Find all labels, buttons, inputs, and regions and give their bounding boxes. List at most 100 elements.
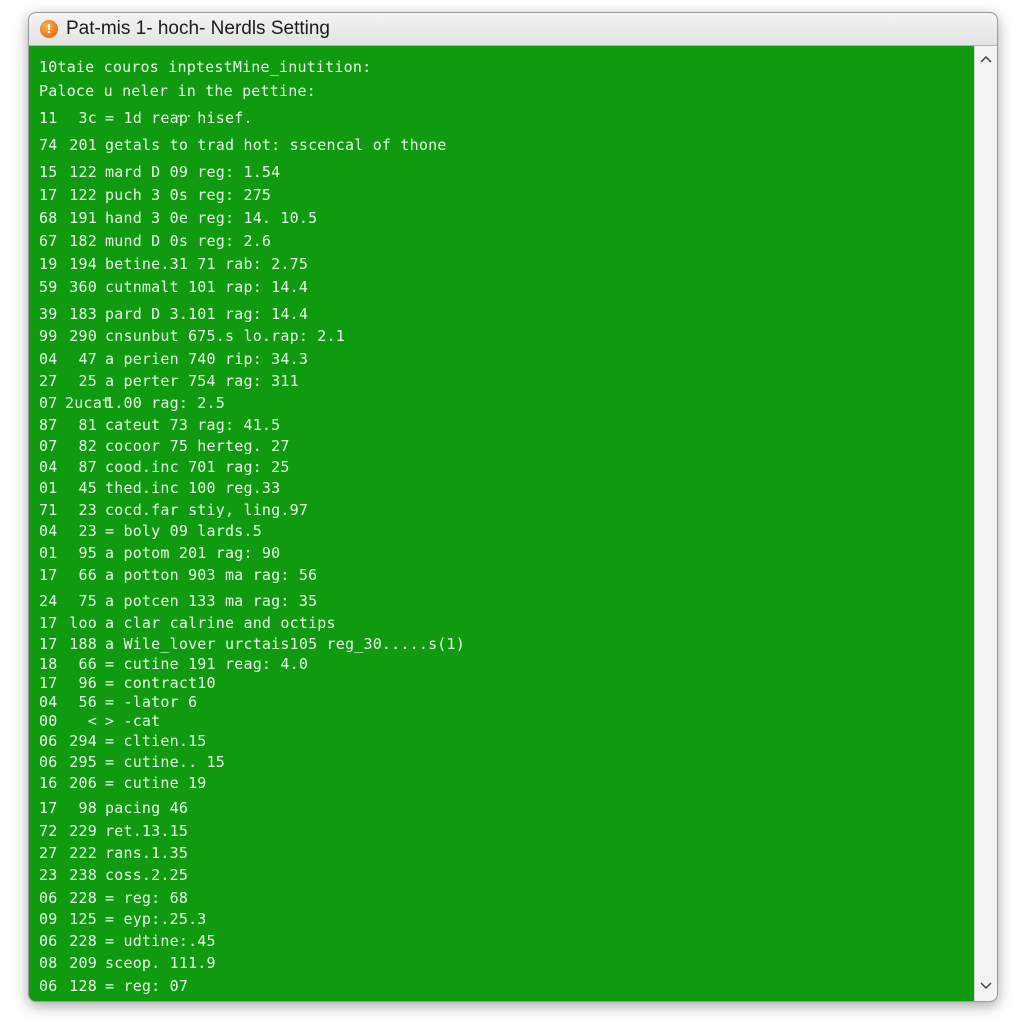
line-text: 1.00 rag: 2.5 xyxy=(105,394,225,412)
line-number: 07 xyxy=(39,437,58,455)
line-code: < xyxy=(87,712,97,730)
line-text: = cltien.15 xyxy=(105,732,207,750)
line-code: 290 xyxy=(69,327,97,345)
title-bar[interactable]: ! Pat-mis 1- hoch- Nerdls Setting xyxy=(29,13,997,46)
console-line: 17 loo a clar calrine and octips xyxy=(39,614,336,632)
line-code: 66 xyxy=(78,655,97,673)
line-code: 122 xyxy=(69,163,97,181)
line-number: 17 xyxy=(39,799,58,817)
line-text: = cutine.. 15 xyxy=(105,753,225,771)
line-code: 188 xyxy=(69,635,97,653)
line-code: 209 xyxy=(69,954,97,972)
line-code: 23 xyxy=(78,501,97,519)
console-line: 17 96 = contract10 xyxy=(39,674,216,692)
console-line: 87 81 cateut 73 rag: 41.5 xyxy=(39,416,280,434)
line-text: = cutine 191 reag: 4.0 xyxy=(105,655,309,673)
line-code: 3c xyxy=(78,109,97,127)
line-number: 67 xyxy=(39,232,58,250)
line-text: = 1d reap hisef. xyxy=(105,109,253,127)
line-number: 71 xyxy=(39,501,58,519)
line-number: 17 xyxy=(39,614,58,632)
console-line: 06 295 = cutine.. 15 xyxy=(39,753,225,771)
line-code: 183 xyxy=(69,305,97,323)
line-number: 17 xyxy=(39,635,58,653)
line-text: > -cat xyxy=(105,712,161,730)
line-number: 19 xyxy=(39,255,58,273)
chevron-up-icon[interactable] xyxy=(975,48,997,70)
line-number: 08 xyxy=(39,954,58,972)
line-number: 39 xyxy=(39,305,58,323)
console-line: 09 125 = eyp:.25.3 xyxy=(39,910,207,928)
warning-app-icon: ! xyxy=(40,20,58,38)
line-text: a potton 903 ma rag: 56 xyxy=(105,566,318,584)
console-output[interactable]: 10taie couros inptestMine_inutition: Pal… xyxy=(29,46,974,1001)
line-number: 06 xyxy=(39,753,58,771)
line-code: 238 xyxy=(69,866,97,884)
console-line: 59 360 cutnmalt 101 rap: 14.4 xyxy=(39,278,308,296)
line-number: 27 xyxy=(39,372,58,390)
line-code: 2ucat xyxy=(65,394,112,412)
console-line: 27 222 rans.1.35 xyxy=(39,844,188,862)
line-number: 06 xyxy=(39,889,58,907)
line-number: 18 xyxy=(39,655,58,673)
console-line: 67 182 mund D 0s reg: 2.6 xyxy=(39,232,271,250)
line-text: mund D 0s reg: 2.6 xyxy=(105,232,272,250)
console-line: 04 87 cood.inc 701 rag: 25 xyxy=(39,458,290,476)
line-code: 98 xyxy=(78,799,97,817)
console-line: 07 82 cocoor 75 herteg. 27 xyxy=(39,437,290,455)
line-code: 206 xyxy=(69,774,97,792)
console-line: 06 228 = udtine:.45 xyxy=(39,932,216,950)
line-code: 201 xyxy=(69,136,97,154)
line-code: 66 xyxy=(78,566,97,584)
line-code: loo xyxy=(69,614,97,632)
line-code: 228 xyxy=(69,889,97,907)
console-line: 01 45 thed.inc 100 reg.33 xyxy=(39,479,280,497)
line-text: = cutine 19 xyxy=(105,774,207,792)
line-code: 23 xyxy=(78,522,97,540)
line-code: 45 xyxy=(78,479,97,497)
line-number: 17 xyxy=(39,566,58,584)
line-text: = boly 09 lards.5 xyxy=(105,522,262,540)
line-number: 23 xyxy=(39,866,58,884)
line-number: 17 xyxy=(39,186,58,204)
chevron-down-icon[interactable] xyxy=(975,975,997,997)
console-line: 06 128 = reg: 07 xyxy=(39,977,188,995)
line-code: 96 xyxy=(78,674,97,692)
line-text: a Wile_lover urctais105 reg_30.....s(1) xyxy=(105,635,465,653)
line-number: 16 xyxy=(39,774,58,792)
console-line: 16 206 = cutine 19 xyxy=(39,774,207,792)
line-code: 75 xyxy=(78,592,97,610)
console-line: 19 194 betine.31 71 rab: 2.75 xyxy=(39,255,308,273)
line-code: 294 xyxy=(69,732,97,750)
line-number: 00 xyxy=(39,712,58,730)
console-line: 39 183 pard D 3.101 rag: 14.4 xyxy=(39,305,308,323)
line-number: 99 xyxy=(39,327,58,345)
console-line: 74 201 getals to trad hot: sscencal of tho… xyxy=(39,136,447,154)
vertical-scrollbar[interactable] xyxy=(974,46,997,1001)
line-number: 04 xyxy=(39,458,58,476)
console-header-line: 10taie couros inptestMine_inutition: xyxy=(39,58,372,76)
console-line: 68 191 hand 3 0e reg: 14. 10.5 xyxy=(39,209,317,227)
console-line: 17 122 puch 3 0s reg: 275 xyxy=(39,186,271,204)
line-number: 27 xyxy=(39,844,58,862)
console-line: 99 290 cnsunbut 675.s lo.rap: 2.1 xyxy=(39,327,345,345)
line-text: rans.1.35 xyxy=(105,844,189,862)
terminal-window: ! Pat-mis 1- hoch- Nerdls Setting 10taie… xyxy=(28,12,998,1002)
line-code: 128 xyxy=(69,977,97,995)
line-number: 59 xyxy=(39,278,58,296)
line-text: ret.13.15 xyxy=(105,822,189,840)
line-number: 06 xyxy=(39,932,58,950)
line-code: 228 xyxy=(69,932,97,950)
line-text: getals to trad hot: sscencal of thone xyxy=(105,136,447,154)
line-number: 06 xyxy=(39,732,58,750)
console-line: 15 122 mard D 09 reg: 1.54 xyxy=(39,163,280,181)
line-text: puch 3 0s reg: 275 xyxy=(105,186,272,204)
console-line: 24 75 a potcen 133 ma rag: 35 xyxy=(39,592,317,610)
console-line: 04 23 = boly 09 lards.5 xyxy=(39,522,262,540)
line-text: cocd.far stiy, ling.97 xyxy=(105,501,309,519)
line-text: = reg: 07 xyxy=(105,977,189,995)
line-number: 11 xyxy=(39,109,58,127)
line-number: 72 xyxy=(39,822,58,840)
console-line: 18 66 = cutine 191 reag: 4.0 xyxy=(39,655,308,673)
line-text: a perien 740 rip: 34.3 xyxy=(105,350,309,368)
